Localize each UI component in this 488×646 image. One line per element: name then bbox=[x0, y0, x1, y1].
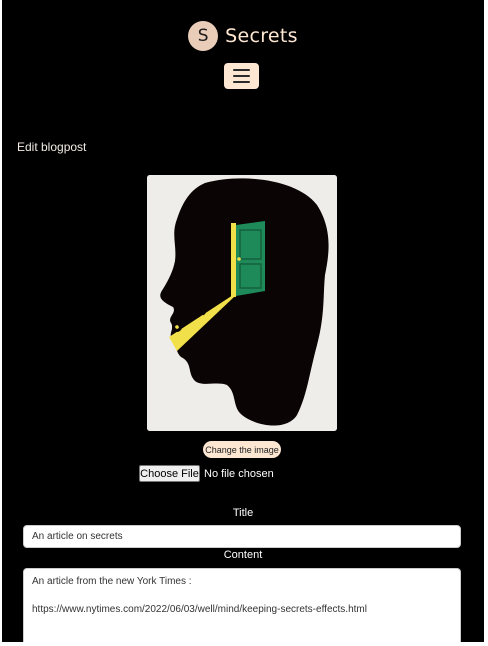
door-knob bbox=[237, 257, 241, 261]
content-textarea[interactable]: An article from the new York Times : htt… bbox=[23, 568, 461, 642]
hamburger-icon-bar bbox=[233, 75, 250, 77]
content-blank-line bbox=[32, 589, 452, 603]
page-heading: Edit blogpost bbox=[17, 140, 87, 154]
door-light bbox=[231, 223, 236, 297]
content-label: Content bbox=[223, 549, 263, 561]
brand[interactable]: S Secrets bbox=[2, 21, 484, 51]
head-with-door-and-key-illustration-icon bbox=[147, 175, 337, 431]
file-input[interactable]: Choose File No file chosen bbox=[139, 465, 274, 482]
menu-toggle-button[interactable] bbox=[224, 63, 259, 89]
title-input[interactable]: An article on secrets bbox=[23, 525, 461, 548]
brand-name: Secrets bbox=[225, 25, 298, 47]
hamburger-icon-bar bbox=[233, 81, 250, 83]
brand-logo: S bbox=[188, 21, 219, 51]
change-image-button[interactable]: Change the image bbox=[203, 441, 281, 458]
post-image bbox=[147, 175, 337, 431]
title-label: Title bbox=[232, 507, 254, 519]
content-line: An article from the new York Times : bbox=[32, 576, 192, 587]
content-line: https://www.nytimes.com/2022/06/03/well/… bbox=[32, 604, 367, 615]
brand-logo-letter: S bbox=[197, 26, 209, 46]
choose-file-button[interactable]: Choose File bbox=[139, 465, 200, 482]
hamburger-icon bbox=[233, 69, 250, 71]
page: S Secrets Edit blogpost Change the image… bbox=[2, 0, 484, 642]
file-status: No file chosen bbox=[204, 467, 274, 480]
